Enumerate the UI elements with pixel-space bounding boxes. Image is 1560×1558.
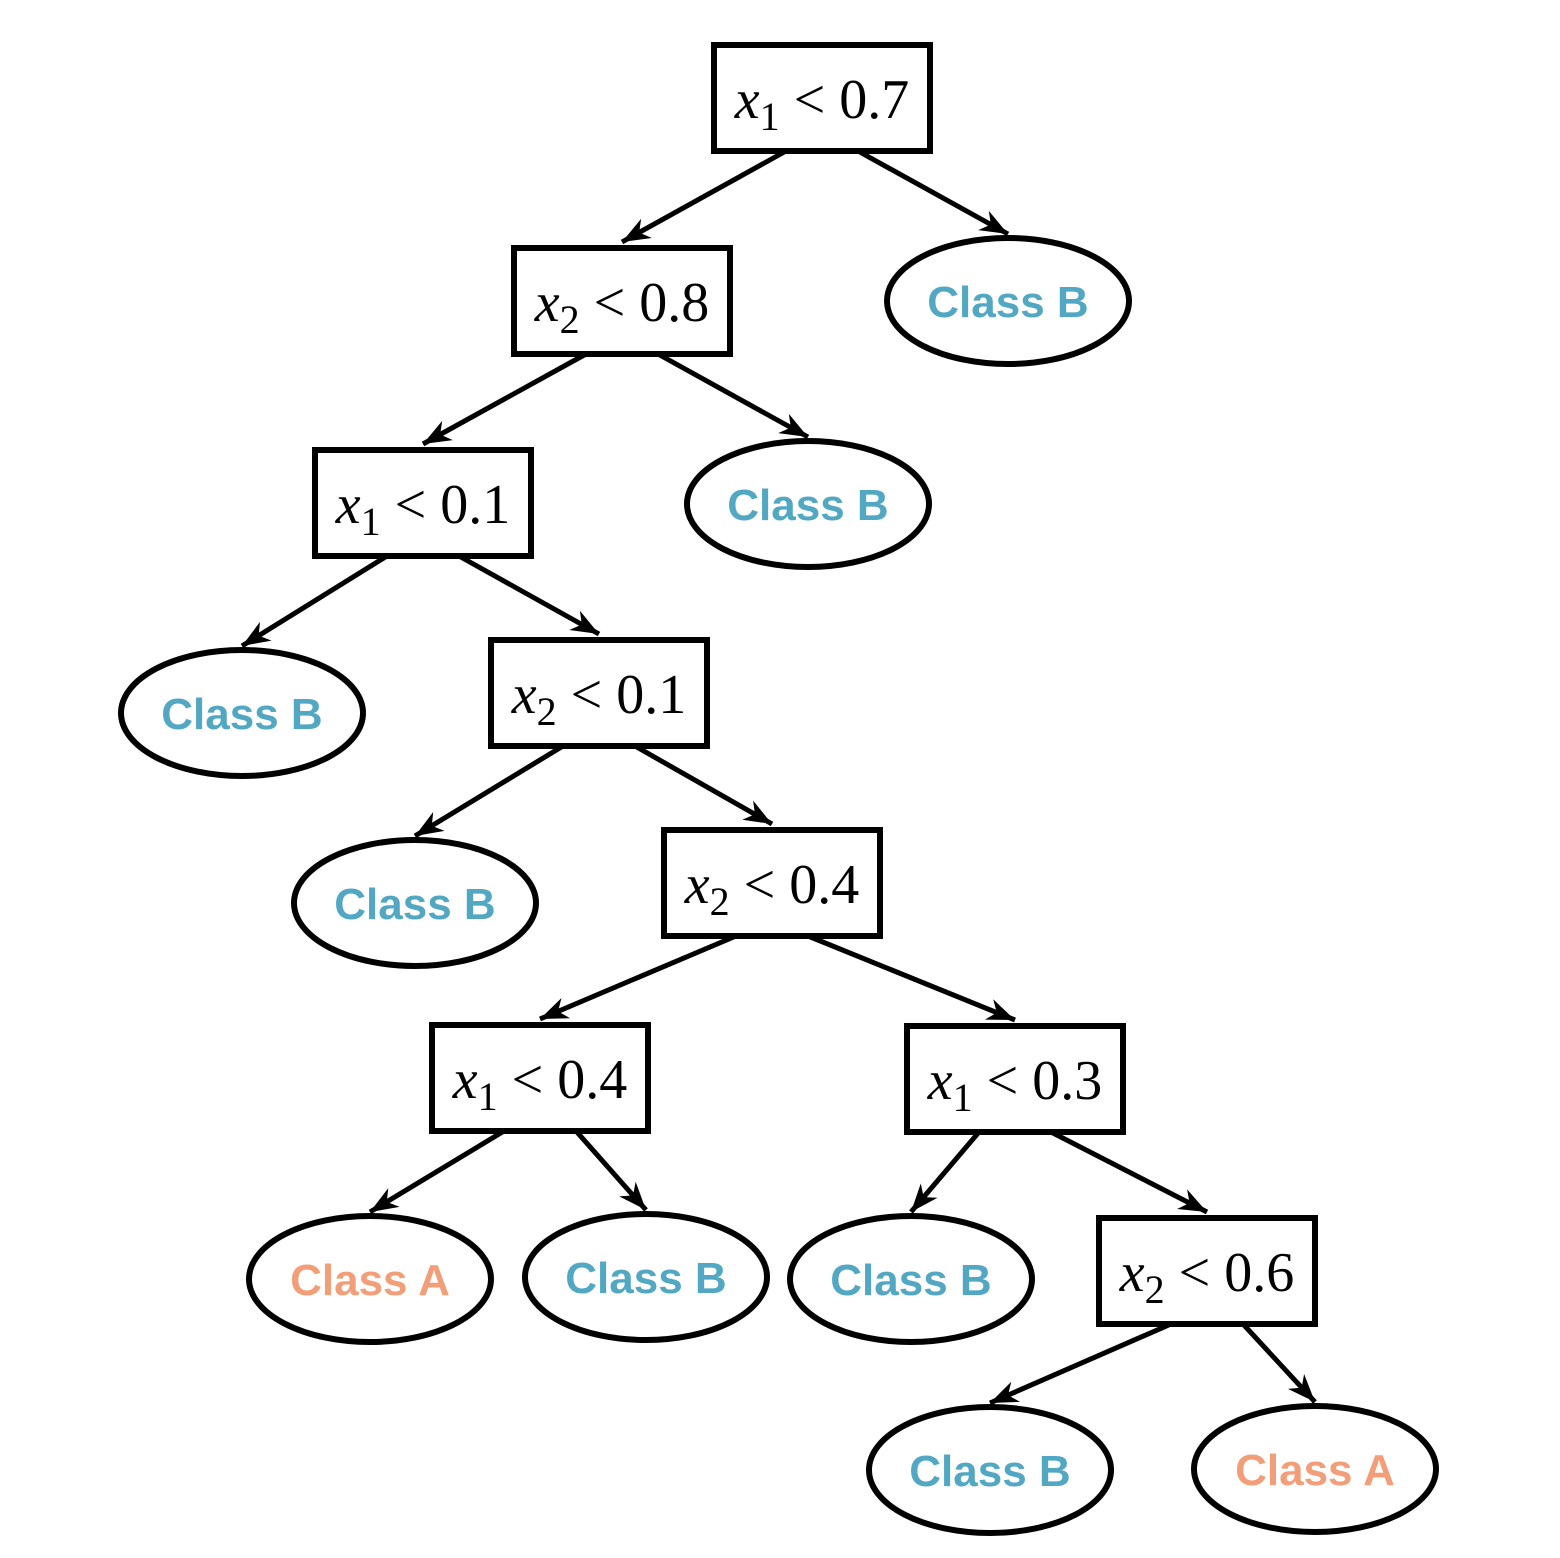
variable: x bbox=[335, 474, 361, 536]
variable: x bbox=[1119, 1242, 1145, 1304]
arrowhead-icon bbox=[242, 621, 272, 646]
split-node: x1 <0.4 bbox=[429, 1022, 651, 1134]
variable: x bbox=[734, 69, 760, 131]
edge-line bbox=[1049, 1129, 1209, 1215]
edge-line bbox=[240, 553, 389, 649]
split-node: x2 <0.4 bbox=[661, 827, 883, 939]
edge-line bbox=[413, 743, 565, 839]
class-label: Class B bbox=[830, 1256, 991, 1305]
variable: x bbox=[534, 272, 560, 334]
threshold: 0.1 bbox=[440, 474, 510, 536]
edge-arrow bbox=[909, 1130, 981, 1214]
leaf-node: Class B bbox=[684, 438, 932, 570]
class-label: Class B bbox=[727, 481, 888, 530]
variable-subscript: 2 bbox=[710, 879, 730, 924]
split-node: x1 <0.3 bbox=[904, 1023, 1126, 1135]
operator: < bbox=[512, 1049, 544, 1111]
threshold: 0.3 bbox=[1032, 1050, 1102, 1112]
operator: < bbox=[744, 854, 776, 916]
edge-line bbox=[856, 148, 1010, 237]
edge-line bbox=[656, 351, 810, 440]
leaf-node: Class B bbox=[884, 235, 1132, 367]
edge-arrow bbox=[633, 743, 774, 827]
variable-subscript: 1 bbox=[361, 499, 381, 544]
split-node: x2 <0.8 bbox=[511, 245, 733, 357]
edge-line bbox=[633, 743, 774, 827]
variable-subscript: 2 bbox=[1145, 1267, 1165, 1312]
edge-arrow bbox=[988, 1321, 1173, 1406]
edge-arrow bbox=[539, 933, 737, 1022]
variable-subscript: 1 bbox=[953, 1075, 973, 1120]
class-label: Class B bbox=[909, 1447, 1070, 1496]
edge-arrow bbox=[574, 1129, 648, 1212]
edge-arrow bbox=[1049, 1129, 1209, 1215]
edge-arrow bbox=[856, 148, 1010, 237]
variable-subscript: 1 bbox=[478, 1074, 498, 1119]
split-node: x2 <0.6 bbox=[1096, 1215, 1318, 1327]
variable: x bbox=[927, 1050, 953, 1112]
class-label: Class B bbox=[161, 690, 322, 739]
edge-line bbox=[368, 1128, 506, 1215]
leaf-node: Class A bbox=[246, 1213, 494, 1345]
split-node: x1 <0.1 bbox=[312, 447, 534, 559]
edge-arrow bbox=[457, 553, 601, 637]
class-label: Class B bbox=[927, 278, 1088, 327]
edge-arrow bbox=[413, 743, 565, 839]
edge-arrow bbox=[656, 351, 810, 440]
class-label: Class B bbox=[334, 880, 495, 929]
class-label: Class A bbox=[290, 1256, 450, 1305]
variable: x bbox=[684, 854, 710, 916]
operator: < bbox=[987, 1050, 1019, 1112]
edge-arrow bbox=[421, 351, 588, 447]
variable-subscript: 1 bbox=[760, 94, 780, 139]
split-node: x2 <0.1 bbox=[488, 637, 710, 749]
edge-line bbox=[421, 351, 588, 447]
edge-arrow bbox=[807, 933, 1016, 1023]
variable: x bbox=[452, 1049, 478, 1111]
operator: < bbox=[594, 272, 626, 334]
split-node: x1 <0.7 bbox=[711, 42, 933, 154]
nodes: x1 <0.7x2 <0.8 Class Bx1 <0.1 Class BClass Bx… bbox=[118, 42, 1439, 1536]
leaf-node: Class B bbox=[787, 1213, 1035, 1345]
edge-line bbox=[988, 1321, 1173, 1406]
leaf-node: Class A bbox=[1191, 1403, 1439, 1535]
operator: < bbox=[571, 664, 603, 726]
leaf-node: Class B bbox=[291, 837, 539, 969]
arrowhead-icon bbox=[415, 812, 445, 836]
variable-subscript: 2 bbox=[560, 297, 580, 342]
threshold: 0.1 bbox=[616, 664, 686, 726]
class-label: Class A bbox=[1235, 1446, 1395, 1495]
threshold: 0.7 bbox=[839, 69, 909, 131]
edge-arrow bbox=[620, 148, 788, 245]
threshold: 0.4 bbox=[557, 1049, 627, 1111]
class-label: Class B bbox=[565, 1254, 726, 1303]
edge-line bbox=[807, 933, 1016, 1023]
operator: < bbox=[1179, 1242, 1211, 1304]
decision-tree-diagram: x1 <0.7x2 <0.8 Class Bx1 <0.1 Class BClass Bx… bbox=[118, 42, 1439, 1536]
operator: < bbox=[395, 474, 427, 536]
arrowhead-icon bbox=[370, 1188, 400, 1212]
edge-arrow bbox=[1241, 1322, 1317, 1404]
variable: x bbox=[511, 664, 537, 726]
leaf-node: Class B bbox=[522, 1211, 770, 1343]
leaf-node: Class B bbox=[866, 1404, 1114, 1536]
edge-line bbox=[457, 553, 601, 637]
threshold: 0.6 bbox=[1224, 1242, 1294, 1304]
threshold: 0.4 bbox=[789, 854, 859, 916]
edge-arrow bbox=[240, 553, 389, 649]
operator: < bbox=[794, 69, 826, 131]
threshold: 0.8 bbox=[639, 272, 709, 334]
edge-arrow bbox=[368, 1128, 506, 1215]
edge-line bbox=[539, 933, 737, 1022]
edge-line bbox=[620, 148, 788, 245]
leaf-node: Class B bbox=[118, 647, 366, 779]
variable-subscript: 2 bbox=[537, 689, 557, 734]
